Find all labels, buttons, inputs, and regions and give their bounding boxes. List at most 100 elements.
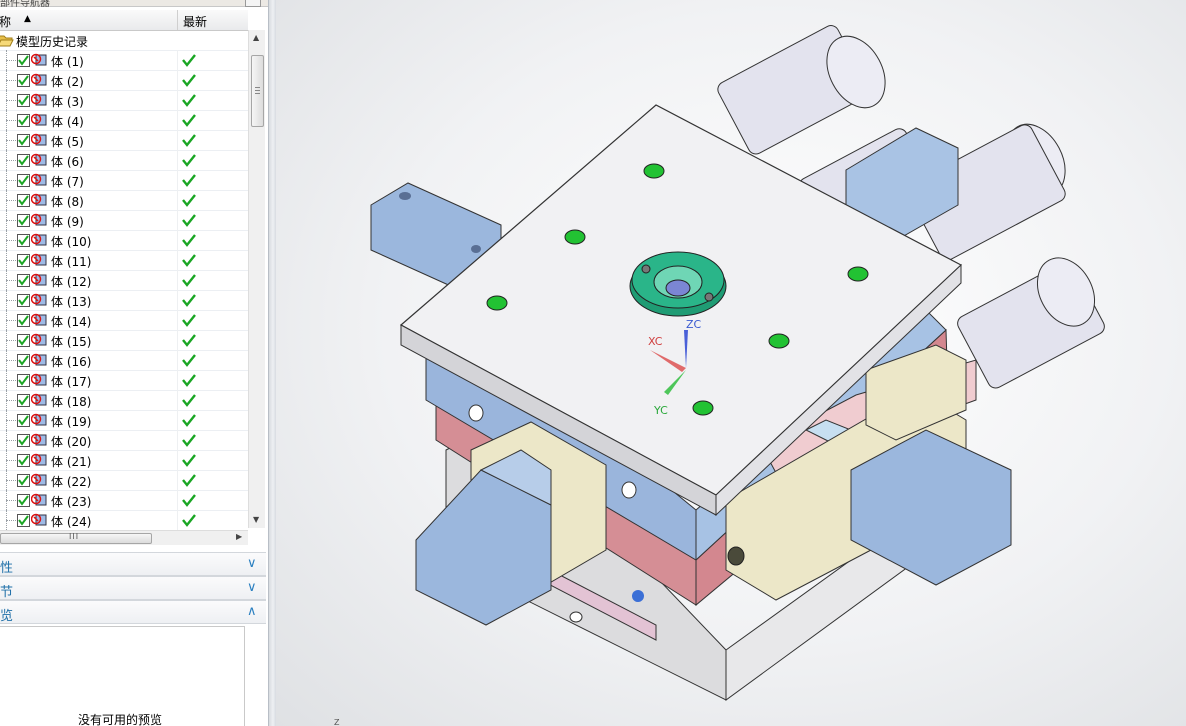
graphics-window[interactable]: ZC XC YC Z — [276, 0, 1186, 726]
visibility-checkbox[interactable] — [17, 154, 30, 167]
tree-row-body[interactable]: 体 (16) — [0, 350, 248, 371]
latest-column-header[interactable]: 最新 — [183, 13, 207, 30]
tree-vertical-scrollbar[interactable]: ▲ ▼ — [248, 30, 265, 528]
visibility-checkbox[interactable] — [17, 54, 30, 67]
tree-root-model-history[interactable]: 模型历史记录 — [0, 30, 248, 51]
corner-axis-label: Z — [334, 718, 340, 726]
visibility-checkbox[interactable] — [17, 514, 30, 527]
body-label: 体 (22) — [51, 475, 92, 489]
visibility-checkbox[interactable] — [17, 234, 30, 247]
body-feature-icon — [30, 113, 47, 127]
tree-row-body[interactable]: 体 (23) — [0, 490, 248, 511]
visibility-checkbox[interactable] — [17, 274, 30, 287]
tree-horizontal-scrollbar[interactable]: III ▶ — [0, 530, 248, 545]
preview-panel-header[interactable]: 预览 ∧ — [0, 600, 266, 624]
visibility-checkbox[interactable] — [17, 214, 30, 227]
body-feature-icon — [30, 493, 47, 507]
mold-assembly-3d-view[interactable]: ZC XC YC Z — [276, 0, 1186, 726]
tree-row-body[interactable]: 体 (12) — [0, 270, 248, 291]
tree-row-body[interactable]: 体 (10) — [0, 230, 248, 251]
body-feature-icon — [30, 233, 47, 247]
dependencies-panel-header[interactable]: 相依性 ∨ — [0, 552, 266, 576]
chevron-up-icon[interactable]: ∧ — [247, 604, 257, 619]
navigator-title-bar: 部件导航器 — [0, 0, 268, 9]
tree-row-body[interactable]: 体 (4) — [0, 110, 248, 131]
tree-row-body[interactable]: 体 (11) — [0, 250, 248, 271]
visibility-checkbox[interactable] — [17, 314, 30, 327]
chevron-down-icon[interactable]: ∨ — [247, 556, 257, 571]
tree-row-body[interactable]: 体 (21) — [0, 450, 248, 471]
body-label: 体 (8) — [51, 195, 84, 209]
up-to-date-check-icon — [182, 413, 196, 427]
body-label: 体 (11) — [51, 255, 92, 269]
visibility-checkbox[interactable] — [17, 374, 30, 387]
up-to-date-check-icon — [182, 233, 196, 247]
up-to-date-check-icon — [182, 293, 196, 307]
tree-row-body[interactable]: 体 (15) — [0, 330, 248, 351]
visibility-checkbox[interactable] — [17, 134, 30, 147]
body-feature-icon — [30, 173, 47, 187]
up-to-date-check-icon — [182, 433, 196, 447]
tree-row-body[interactable]: 体 (14) — [0, 310, 248, 331]
visibility-checkbox[interactable] — [17, 434, 30, 447]
body-feature-icon — [30, 153, 47, 167]
zc-axis-label: ZC — [686, 318, 702, 331]
visibility-checkbox[interactable] — [17, 114, 30, 127]
details-panel-header[interactable]: 细节 ∨ — [0, 576, 266, 600]
tree-row-body[interactable]: 体 (17) — [0, 370, 248, 391]
tree-row-body[interactable]: 体 (1) — [0, 50, 248, 71]
vertical-scroll-thumb[interactable] — [251, 55, 264, 127]
name-column-header[interactable]: 名称 — [0, 13, 11, 30]
visibility-checkbox[interactable] — [17, 394, 30, 407]
tree-row-body[interactable]: 体 (8) — [0, 190, 248, 211]
tree-header: 名称 ▲ 最新 — [0, 10, 248, 31]
chevron-down-icon[interactable]: ∨ — [247, 580, 257, 595]
tree-row-body[interactable]: 体 (5) — [0, 130, 248, 151]
visibility-checkbox[interactable] — [17, 94, 30, 107]
visibility-checkbox[interactable] — [17, 254, 30, 267]
body-feature-icon — [30, 393, 47, 407]
visibility-checkbox[interactable] — [17, 294, 30, 307]
tree-row-body[interactable]: 体 (6) — [0, 150, 248, 171]
tree-row-body[interactable]: 体 (20) — [0, 430, 248, 451]
visibility-checkbox[interactable] — [17, 494, 30, 507]
visibility-checkbox[interactable] — [17, 454, 30, 467]
tree-row-body[interactable]: 体 (22) — [0, 470, 248, 491]
tree-row-body[interactable]: 体 (18) — [0, 390, 248, 411]
up-to-date-check-icon — [182, 193, 196, 207]
tree-row-body[interactable]: 体 (3) — [0, 90, 248, 111]
body-feature-icon — [30, 313, 47, 327]
scroll-up-arrow-icon[interactable]: ▲ — [253, 33, 259, 42]
visibility-checkbox[interactable] — [17, 74, 30, 87]
body-label: 体 (2) — [51, 75, 84, 89]
tree-row-body[interactable]: 体 (19) — [0, 410, 248, 431]
horizontal-scroll-thumb[interactable]: III — [0, 532, 152, 544]
body-label: 体 (16) — [51, 355, 92, 369]
up-to-date-check-icon — [182, 353, 196, 367]
body-label: 体 (20) — [51, 435, 92, 449]
tree-row-body[interactable]: 体 (24) — [0, 510, 248, 530]
scroll-right-arrow-icon[interactable]: ▶ — [236, 532, 242, 541]
navigator-menu-button[interactable] — [245, 0, 261, 7]
body-label: 体 (24) — [51, 515, 92, 529]
visibility-checkbox[interactable] — [17, 334, 30, 347]
body-label: 体 (10) — [51, 235, 92, 249]
body-label: 体 (15) — [51, 335, 92, 349]
tree-row-body[interactable]: 体 (7) — [0, 170, 248, 191]
locating-ring[interactable] — [629, 251, 727, 317]
visibility-checkbox[interactable] — [17, 194, 30, 207]
tree-row-body[interactable]: 体 (9) — [0, 210, 248, 231]
sort-ascending-icon[interactable]: ▲ — [24, 14, 31, 24]
up-to-date-check-icon — [182, 53, 196, 67]
visibility-checkbox[interactable] — [17, 474, 30, 487]
body-feature-icon — [30, 473, 47, 487]
visibility-checkbox[interactable] — [17, 174, 30, 187]
tree-row-body[interactable]: 体 (2) — [0, 70, 248, 91]
tree-row-body[interactable]: 体 (13) — [0, 290, 248, 311]
body-label: 体 (9) — [51, 215, 84, 229]
visibility-checkbox[interactable] — [17, 414, 30, 427]
body-feature-icon — [30, 53, 47, 67]
visibility-checkbox[interactable] — [17, 354, 30, 367]
body-label: 体 (5) — [51, 135, 84, 149]
scroll-down-arrow-icon[interactable]: ▼ — [253, 515, 259, 524]
